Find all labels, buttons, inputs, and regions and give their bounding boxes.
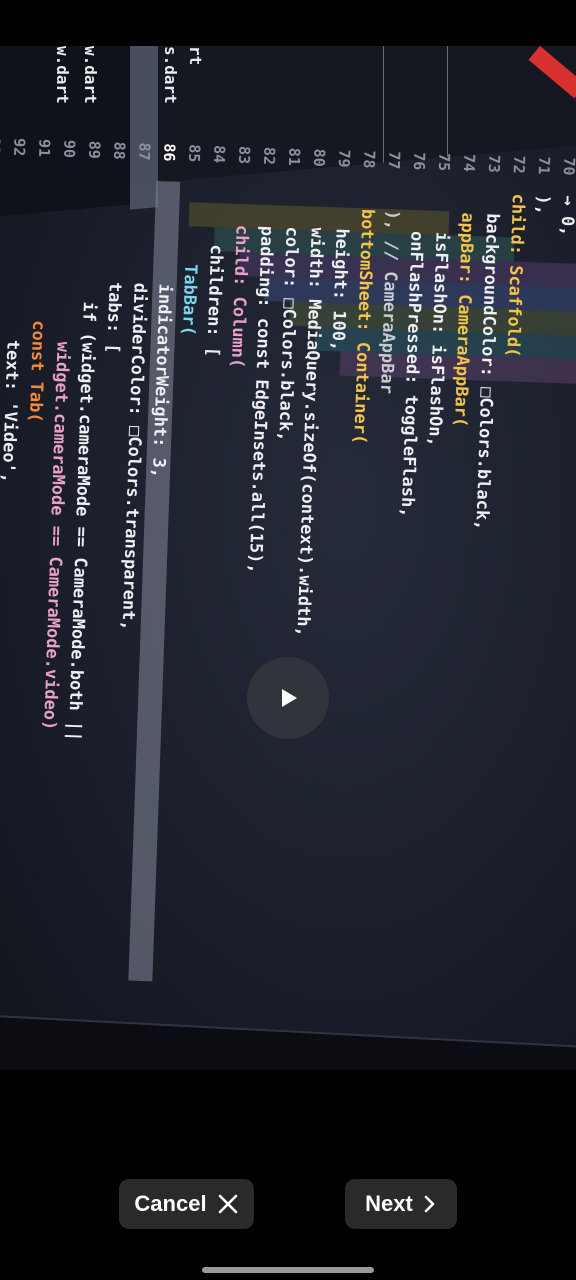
line-number: 86 (159, 143, 179, 162)
line-number: 82 (259, 146, 279, 166)
cancel-button[interactable]: Cancel (119, 1179, 254, 1229)
close-icon (218, 1194, 237, 1214)
line-number: 73 (484, 154, 504, 174)
line-number: 92 (10, 137, 29, 157)
code-line: → 0, (556, 195, 576, 237)
chevron-right-icon (424, 1195, 435, 1213)
file-name-3: w.dart (81, 46, 100, 104)
line-number: 71 (534, 156, 554, 175)
line-number: 70 (559, 157, 576, 176)
line-number: 76 (409, 151, 429, 171)
play-icon (282, 689, 297, 707)
next-button[interactable]: Next (345, 1179, 457, 1229)
file-name-4: w.dart (53, 46, 72, 104)
line-number: 78 (359, 150, 379, 169)
line-number: 83 (234, 145, 254, 165)
next-label: Next (365, 1191, 413, 1216)
play-button[interactable] (247, 657, 329, 739)
line-number: 85 (184, 143, 204, 163)
photo-preview: rt s.dart w.dart w.dart 70 71 72 73 74 75 76 77… (0, 46, 576, 1070)
line-number: 84 (209, 144, 229, 164)
file-name-1: rt (186, 46, 205, 66)
line-number: 81 (284, 147, 304, 167)
line-number: 88 (109, 141, 129, 161)
line-number: 74 (459, 153, 479, 173)
file-name-2: s.dart (161, 46, 180, 104)
line-number: 79 (334, 149, 354, 168)
home-indicator (202, 1267, 374, 1273)
line-number: 72 (509, 155, 529, 174)
cancel-label: Cancel (134, 1191, 207, 1216)
line-number: 91 (35, 138, 54, 158)
line-number: 77 (384, 150, 404, 170)
line-number: 80 (309, 148, 329, 168)
line-number: 90 (60, 139, 79, 159)
code-line: ), (532, 194, 554, 216)
line-number: 89 (85, 140, 104, 160)
line-number: 75 (434, 152, 454, 172)
media-preview-screen: rt s.dart w.dart w.dart 70 71 72 73 74 75 76 77… (0, 0, 576, 1280)
line-number: 87 (134, 142, 154, 161)
code-editor: 70 71 72 73 74 75 76 77 78 79 80 81 82 83 84 85 86 87 88 89… (0, 137, 576, 1070)
